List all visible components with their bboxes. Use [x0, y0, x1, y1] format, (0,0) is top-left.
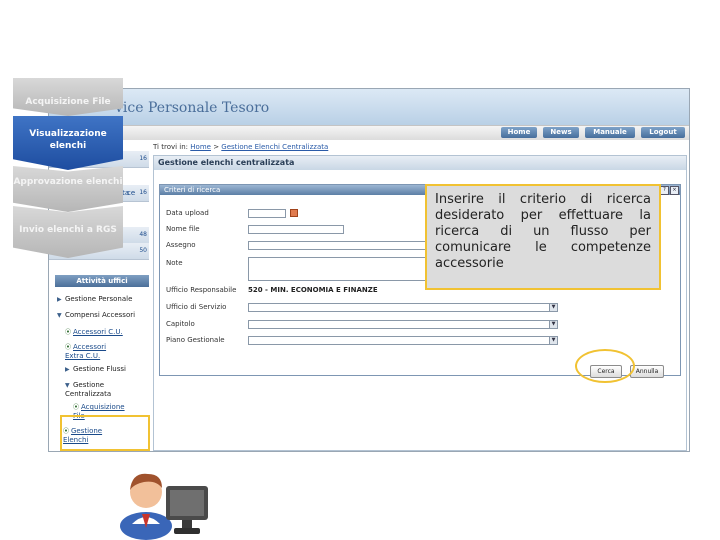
process-step-label: Approvazione elenchi: [13, 177, 123, 187]
arrow-right-icon: ▶: [57, 296, 62, 303]
sidebar-item-label: Compensi Accessori: [65, 311, 136, 319]
sidebar-item-label: Accessori C.U.: [73, 328, 123, 336]
process-step-label: Visualizzazione elenchi: [29, 129, 107, 151]
callout-text: Inserire il criterio di ricerca desidera…: [435, 192, 651, 271]
ufficio-responsabile-value: 520 - MIN. ECONOMIA E FINANZE: [248, 286, 378, 294]
sidebar-item-label: Gestione Flussi: [73, 365, 126, 373]
menu-partial: ce: [127, 189, 136, 197]
process-step-visualizzazione[interactable]: Visualizzazione elenchi: [13, 116, 123, 170]
nome-file-input[interactable]: [248, 225, 344, 234]
menu-count: 48: [139, 231, 147, 238]
breadcrumb: Ti trovi in: Home > Gestione Elenchi Cen…: [153, 143, 328, 151]
label-capitolo: Capitolo: [166, 320, 195, 328]
breadcrumb-prefix: Ti trovi in:: [153, 143, 189, 151]
chevron-down-icon: ▼: [549, 304, 557, 311]
highlight-ring: [575, 349, 635, 383]
sidebar-item-accessori-cu[interactable]: ⦿ Accessori C.U.: [65, 327, 123, 336]
panel-title: Gestione elenchi centralizzata: [154, 156, 686, 170]
top-nav: Home News Manuale Logout: [49, 125, 689, 140]
sidebar-item-gestione-personale[interactable]: ▶ Gestione Personale: [57, 295, 132, 303]
chevron-down-icon: ▼: [549, 337, 557, 344]
bullet-icon: ⦿: [65, 329, 72, 336]
calendar-icon[interactable]: [290, 209, 298, 217]
process-step-acquisizione[interactable]: Acquisizione File: [13, 78, 123, 116]
label-data-upload: Data upload: [166, 209, 209, 217]
instruction-callout: Inserire il criterio di ricerca desidera…: [425, 184, 661, 290]
sidebar-item-accessori-extra[interactable]: ⦿ Accessori Extra C.U.: [65, 343, 125, 361]
nav-home[interactable]: Home: [501, 127, 537, 138]
capitolo-select[interactable]: ▼: [248, 320, 558, 329]
help-icon[interactable]: ?: [660, 186, 669, 195]
bullet-icon: ⦿: [65, 344, 72, 351]
sidebar-title: Attività uffici: [55, 275, 149, 287]
menu-count: 50: [139, 247, 147, 254]
ufficio-servizio-select[interactable]: ▼: [248, 303, 558, 312]
breadcrumb-sep: >: [213, 143, 220, 151]
chevron-down-icon: ▼: [549, 321, 557, 328]
sidebar-item-label: Accessori Extra C.U.: [65, 343, 107, 360]
user-at-computer-icon: [120, 473, 208, 540]
note-textarea[interactable]: [248, 257, 440, 281]
menu-count: 16: [139, 155, 147, 162]
sidebar-item-gestione-flussi[interactable]: ▶ Gestione Flussi: [65, 365, 126, 373]
menu-count: 16: [139, 189, 147, 196]
process-step-approvazione[interactable]: Approvazione elenchi: [13, 166, 123, 212]
nav-news[interactable]: News: [543, 127, 579, 138]
label-ufficio-servizio: Ufficio di Servizio: [166, 303, 227, 311]
sidebar-item-gestione-centralizzata[interactable]: ▼ Gestione Centralizzata: [65, 381, 125, 399]
label-ufficio-responsabile: Ufficio Responsabile: [166, 286, 237, 294]
assegno-select[interactable]: ▼: [248, 241, 440, 250]
breadcrumb-home[interactable]: Home: [190, 143, 211, 151]
data-upload-input[interactable]: [248, 209, 286, 218]
arrow-down-icon: ▼: [57, 312, 62, 319]
nav-manuale[interactable]: Manuale: [585, 127, 635, 138]
breadcrumb-gestione[interactable]: Gestione Elenchi Centralizzata: [221, 143, 328, 151]
banner-title: vice Personale Tesoro: [115, 100, 270, 116]
label-assegno: Assegno: [166, 241, 196, 249]
label-note: Note: [166, 259, 183, 267]
piano-gestionale-select[interactable]: ▼: [248, 336, 558, 345]
annulla-button[interactable]: Annulla: [630, 365, 664, 378]
bullet-icon: ⦿: [73, 404, 80, 411]
app-banner: vice Personale Tesoro: [49, 89, 689, 125]
label-piano-gestionale: Piano Gestionale: [166, 336, 225, 344]
arrow-right-icon: ▶: [65, 366, 70, 373]
sidebar-item-label: Gestione Centralizzata: [65, 381, 112, 398]
arrow-down-icon: ▼: [65, 382, 70, 389]
label-nome-file: Nome file: [166, 225, 200, 233]
process-step-invio[interactable]: Invio elenchi a RGS: [13, 206, 123, 258]
close-icon[interactable]: ×: [670, 186, 679, 195]
sidebar-item-compensi-accessori[interactable]: ▼ Compensi Accessori: [57, 311, 135, 319]
sidebar-item-label: Gestione Personale: [65, 295, 133, 303]
process-step-label: Acquisizione File: [25, 97, 111, 107]
process-step-label: Invio elenchi a RGS: [19, 225, 117, 235]
highlight-box: [60, 415, 150, 451]
nav-logout[interactable]: Logout: [641, 127, 685, 138]
